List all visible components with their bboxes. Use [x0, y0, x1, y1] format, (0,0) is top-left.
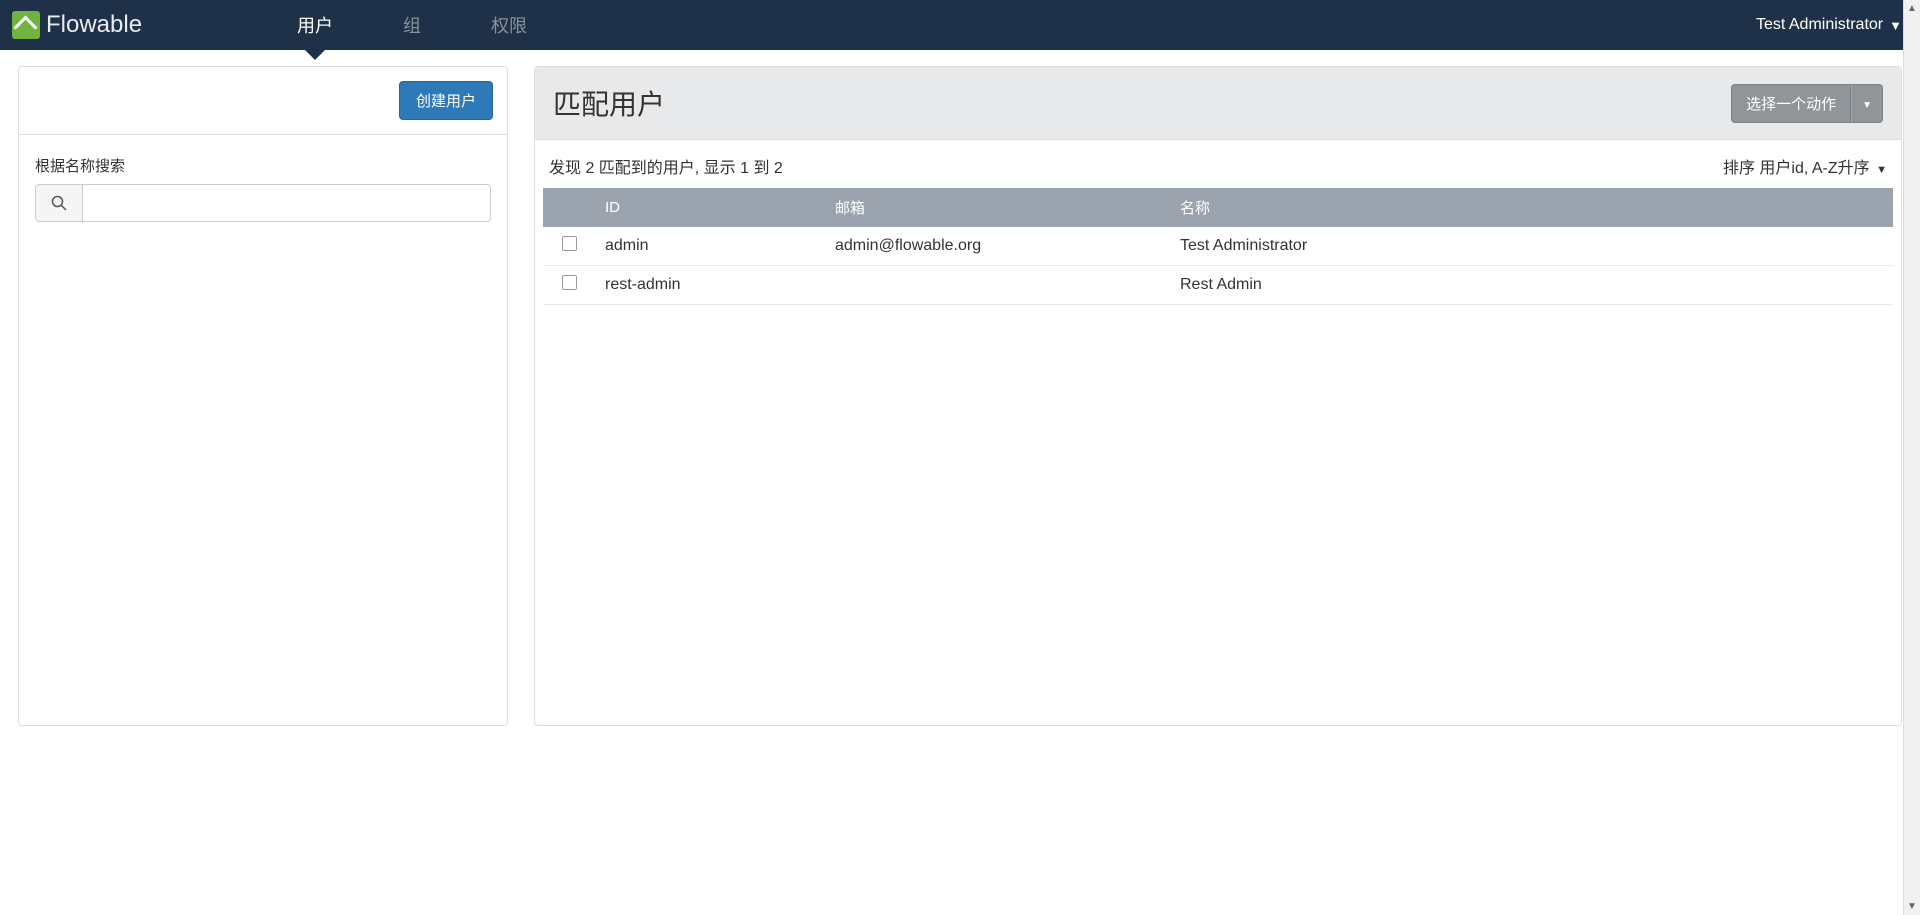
col-name[interactable]: 名称: [1170, 188, 1893, 227]
scroll-up-icon[interactable]: ▲: [1904, 0, 1920, 17]
cell-email: [825, 266, 1170, 305]
result-bar: 发现 2 匹配到的用户, 显示 1 到 2 排序 用户id, A-Z升序 ▼: [543, 154, 1893, 188]
col-checkbox: [543, 188, 595, 227]
nav-item-groups[interactable]: 组: [368, 0, 456, 50]
main-container: 创建用户 根据名称搜索 匹配用户 选择一个动作 ▼ 发现 2 匹配到: [0, 50, 1920, 742]
user-menu-label: Test Administrator: [1756, 16, 1883, 34]
search-button[interactable]: [35, 184, 83, 222]
logo-text: Flowable: [46, 11, 142, 39]
user-menu[interactable]: Test Administrator ▼: [1738, 0, 1920, 50]
cell-name: Rest Admin: [1170, 266, 1893, 305]
table-row[interactable]: admin admin@flowable.org Test Administra…: [543, 227, 1893, 266]
caret-down-icon: ▼: [1876, 164, 1887, 176]
logo[interactable]: Flowable: [0, 0, 162, 50]
sidebar-body: 根据名称搜索: [19, 135, 507, 242]
create-user-button[interactable]: 创建用户: [399, 81, 493, 120]
cell-id: admin: [595, 227, 825, 266]
main-panel: 匹配用户 选择一个动作 ▼ 发现 2 匹配到的用户, 显示 1 到 2 排序 用…: [534, 66, 1902, 726]
action-caret-button[interactable]: ▼: [1851, 84, 1883, 123]
main-header: 匹配用户 选择一个动作 ▼: [535, 67, 1901, 140]
search-icon: [51, 195, 67, 211]
page-title: 匹配用户: [553, 83, 665, 123]
sidebar: 创建用户 根据名称搜索: [18, 66, 508, 726]
cell-name: Test Administrator: [1170, 227, 1893, 266]
result-count-text: 发现 2 匹配到的用户, 显示 1 到 2: [549, 154, 783, 178]
main-body: 发现 2 匹配到的用户, 显示 1 到 2 排序 用户id, A-Z升序 ▼ I…: [535, 140, 1901, 313]
nav-item-permissions[interactable]: 权限: [456, 0, 562, 50]
table-header-row: ID 邮箱 名称: [543, 188, 1893, 227]
top-navbar: Flowable 用户 组 权限 Test Administrator ▼: [0, 0, 1920, 50]
row-checkbox[interactable]: [562, 275, 577, 290]
table-row[interactable]: rest-admin Rest Admin: [543, 266, 1893, 305]
col-email[interactable]: 邮箱: [825, 188, 1170, 227]
nav-items: 用户 组 权限: [262, 0, 562, 50]
cell-id: rest-admin: [595, 266, 825, 305]
nav-item-users[interactable]: 用户: [262, 0, 368, 50]
cell-email: admin@flowable.org: [825, 227, 1170, 266]
chevron-down-icon: ▼: [1889, 18, 1902, 33]
action-dropdown: 选择一个动作 ▼: [1731, 84, 1883, 123]
search-input[interactable]: [83, 184, 491, 222]
action-button[interactable]: 选择一个动作: [1731, 84, 1851, 123]
search-label: 根据名称搜索: [35, 155, 491, 176]
scroll-down-icon[interactable]: ▼: [1904, 898, 1920, 915]
logo-icon: [12, 11, 40, 39]
users-table: ID 邮箱 名称 admin admin@flowable.org Test A…: [543, 188, 1893, 305]
search-group: [35, 184, 491, 222]
sort-label: 排序 用户id, A-Z升序: [1723, 160, 1870, 177]
caret-down-icon: ▼: [1862, 100, 1872, 111]
sort-dropdown[interactable]: 排序 用户id, A-Z升序 ▼: [1723, 154, 1887, 178]
scrollbar[interactable]: ▲ ▼: [1903, 0, 1920, 915]
row-checkbox[interactable]: [562, 236, 577, 251]
col-id[interactable]: ID: [595, 188, 825, 227]
sidebar-header: 创建用户: [19, 67, 507, 135]
